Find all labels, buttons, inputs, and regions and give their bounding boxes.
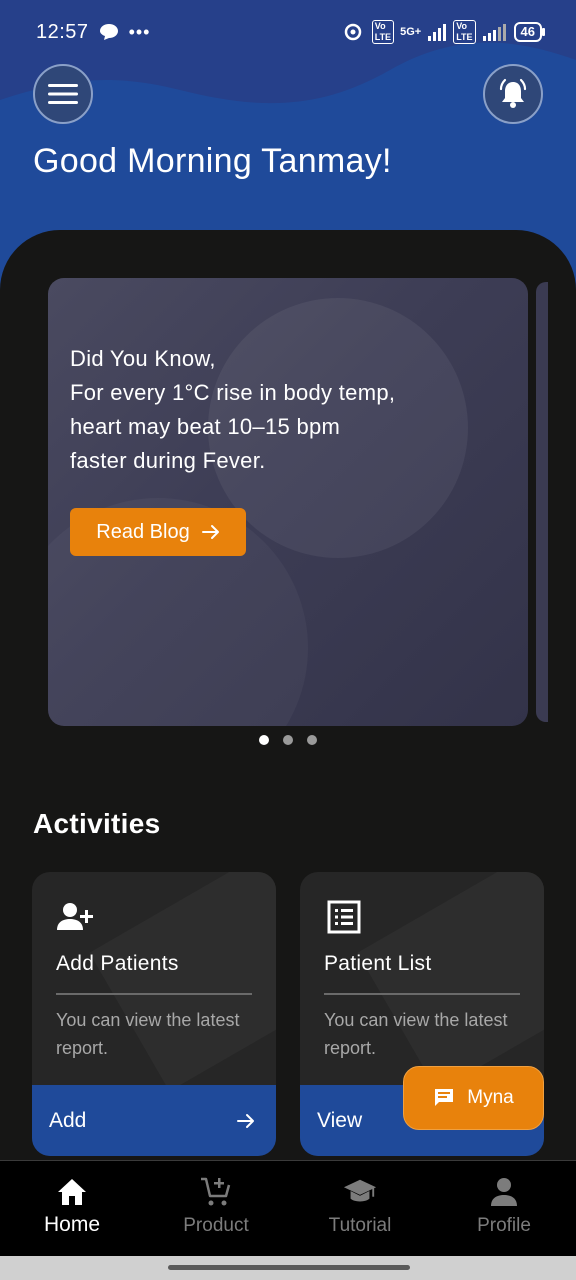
myna-chat-button[interactable]: Myna	[403, 1066, 544, 1130]
chat-bubble-icon	[435, 1089, 454, 1106]
add-button[interactable]: Add	[32, 1085, 276, 1156]
carousel-dot-3[interactable]	[307, 735, 317, 745]
myna-label: Myna	[467, 1087, 514, 1108]
read-blog-label: Read Blog	[96, 520, 190, 543]
blog-line: For every 1°C rise in body temp,	[70, 380, 396, 405]
status-bar: 12:57 ••• Vo LTE 5G+ Vo LTE 46	[36, 14, 546, 50]
arrow-right-icon	[201, 525, 219, 539]
signal-icon-2	[482, 24, 506, 41]
carousel-dot-2[interactable]	[283, 735, 293, 745]
list-document-icon	[327, 900, 361, 934]
system-gesture-bar	[0, 1256, 576, 1280]
card-description: You can view the latest report.	[324, 1010, 508, 1058]
carousel-indicator	[0, 735, 576, 745]
notifications-button[interactable]	[483, 64, 543, 124]
next-carousel-card-peek[interactable]	[536, 282, 548, 722]
nav-label-profile: Profile	[477, 1215, 531, 1236]
person-icon	[487, 1175, 521, 1209]
blog-line: faster during Fever.	[70, 448, 266, 473]
add-person-icon	[57, 903, 93, 930]
view-button-label: View	[317, 1108, 363, 1132]
nav-label-home: Home	[43, 1213, 101, 1236]
message-bubble-icon	[99, 24, 118, 40]
volte-badge-2: Vo LTE	[453, 20, 476, 44]
card-title: Patient List	[324, 952, 432, 975]
nav-label-product: Product	[183, 1215, 249, 1236]
blog-line: Did You Know,	[70, 346, 216, 371]
graduation-cap-icon	[343, 1175, 377, 1209]
more-notifications-icon: •••	[128, 21, 151, 42]
bell-ringing-icon	[499, 78, 527, 108]
add-patients-card[interactable]: Add Patients You can view the latest rep…	[32, 872, 276, 1156]
card-title: Add Patients	[56, 952, 179, 975]
cart-icon	[199, 1175, 233, 1209]
menu-button[interactable]	[33, 64, 93, 124]
status-time: 12:57	[36, 20, 89, 43]
add-button-label: Add	[49, 1108, 87, 1132]
activities-title: Activities	[33, 808, 161, 839]
nav-item-profile[interactable]: Profile	[432, 1161, 576, 1256]
hamburger-menu-icon	[48, 84, 78, 104]
nav-item-tutorial[interactable]: Tutorial	[288, 1161, 432, 1256]
nav-label-tutorial: Tutorial	[328, 1215, 392, 1236]
blog-teaser-text: Did You Know, For every 1°C rise in body…	[70, 342, 490, 478]
status-indicators: Vo LTE 5G+ Vo LTE 46	[340, 20, 546, 44]
volte-badge-1: Vo LTE	[371, 20, 395, 44]
nav-item-home[interactable]: Home	[0, 1161, 144, 1256]
card-divider	[56, 993, 252, 995]
card-description: You can view the latest report.	[56, 1010, 240, 1058]
read-blog-button[interactable]: Read Blog	[70, 508, 246, 556]
arrow-right-icon	[237, 1113, 254, 1128]
gesture-handle[interactable]	[168, 1265, 410, 1270]
blog-carousel-card[interactable]: Did You Know, For every 1°C rise in body…	[48, 278, 528, 726]
battery-indicator: 46	[513, 22, 546, 42]
greeting-title: Good Morning Tanmay!	[33, 142, 392, 180]
hotspot-icon	[344, 23, 361, 41]
network-type: 5G+	[400, 26, 422, 38]
home-icon	[55, 1175, 89, 1209]
card-divider	[324, 993, 520, 995]
bottom-navigation: Home Product Tutorial Profile	[0, 1160, 576, 1256]
carousel-dot-1[interactable]	[259, 735, 269, 745]
nav-item-product[interactable]: Product	[144, 1161, 288, 1256]
signal-icon-1	[428, 24, 447, 41]
blog-line: heart may beat 10–15 bpm	[70, 414, 341, 439]
